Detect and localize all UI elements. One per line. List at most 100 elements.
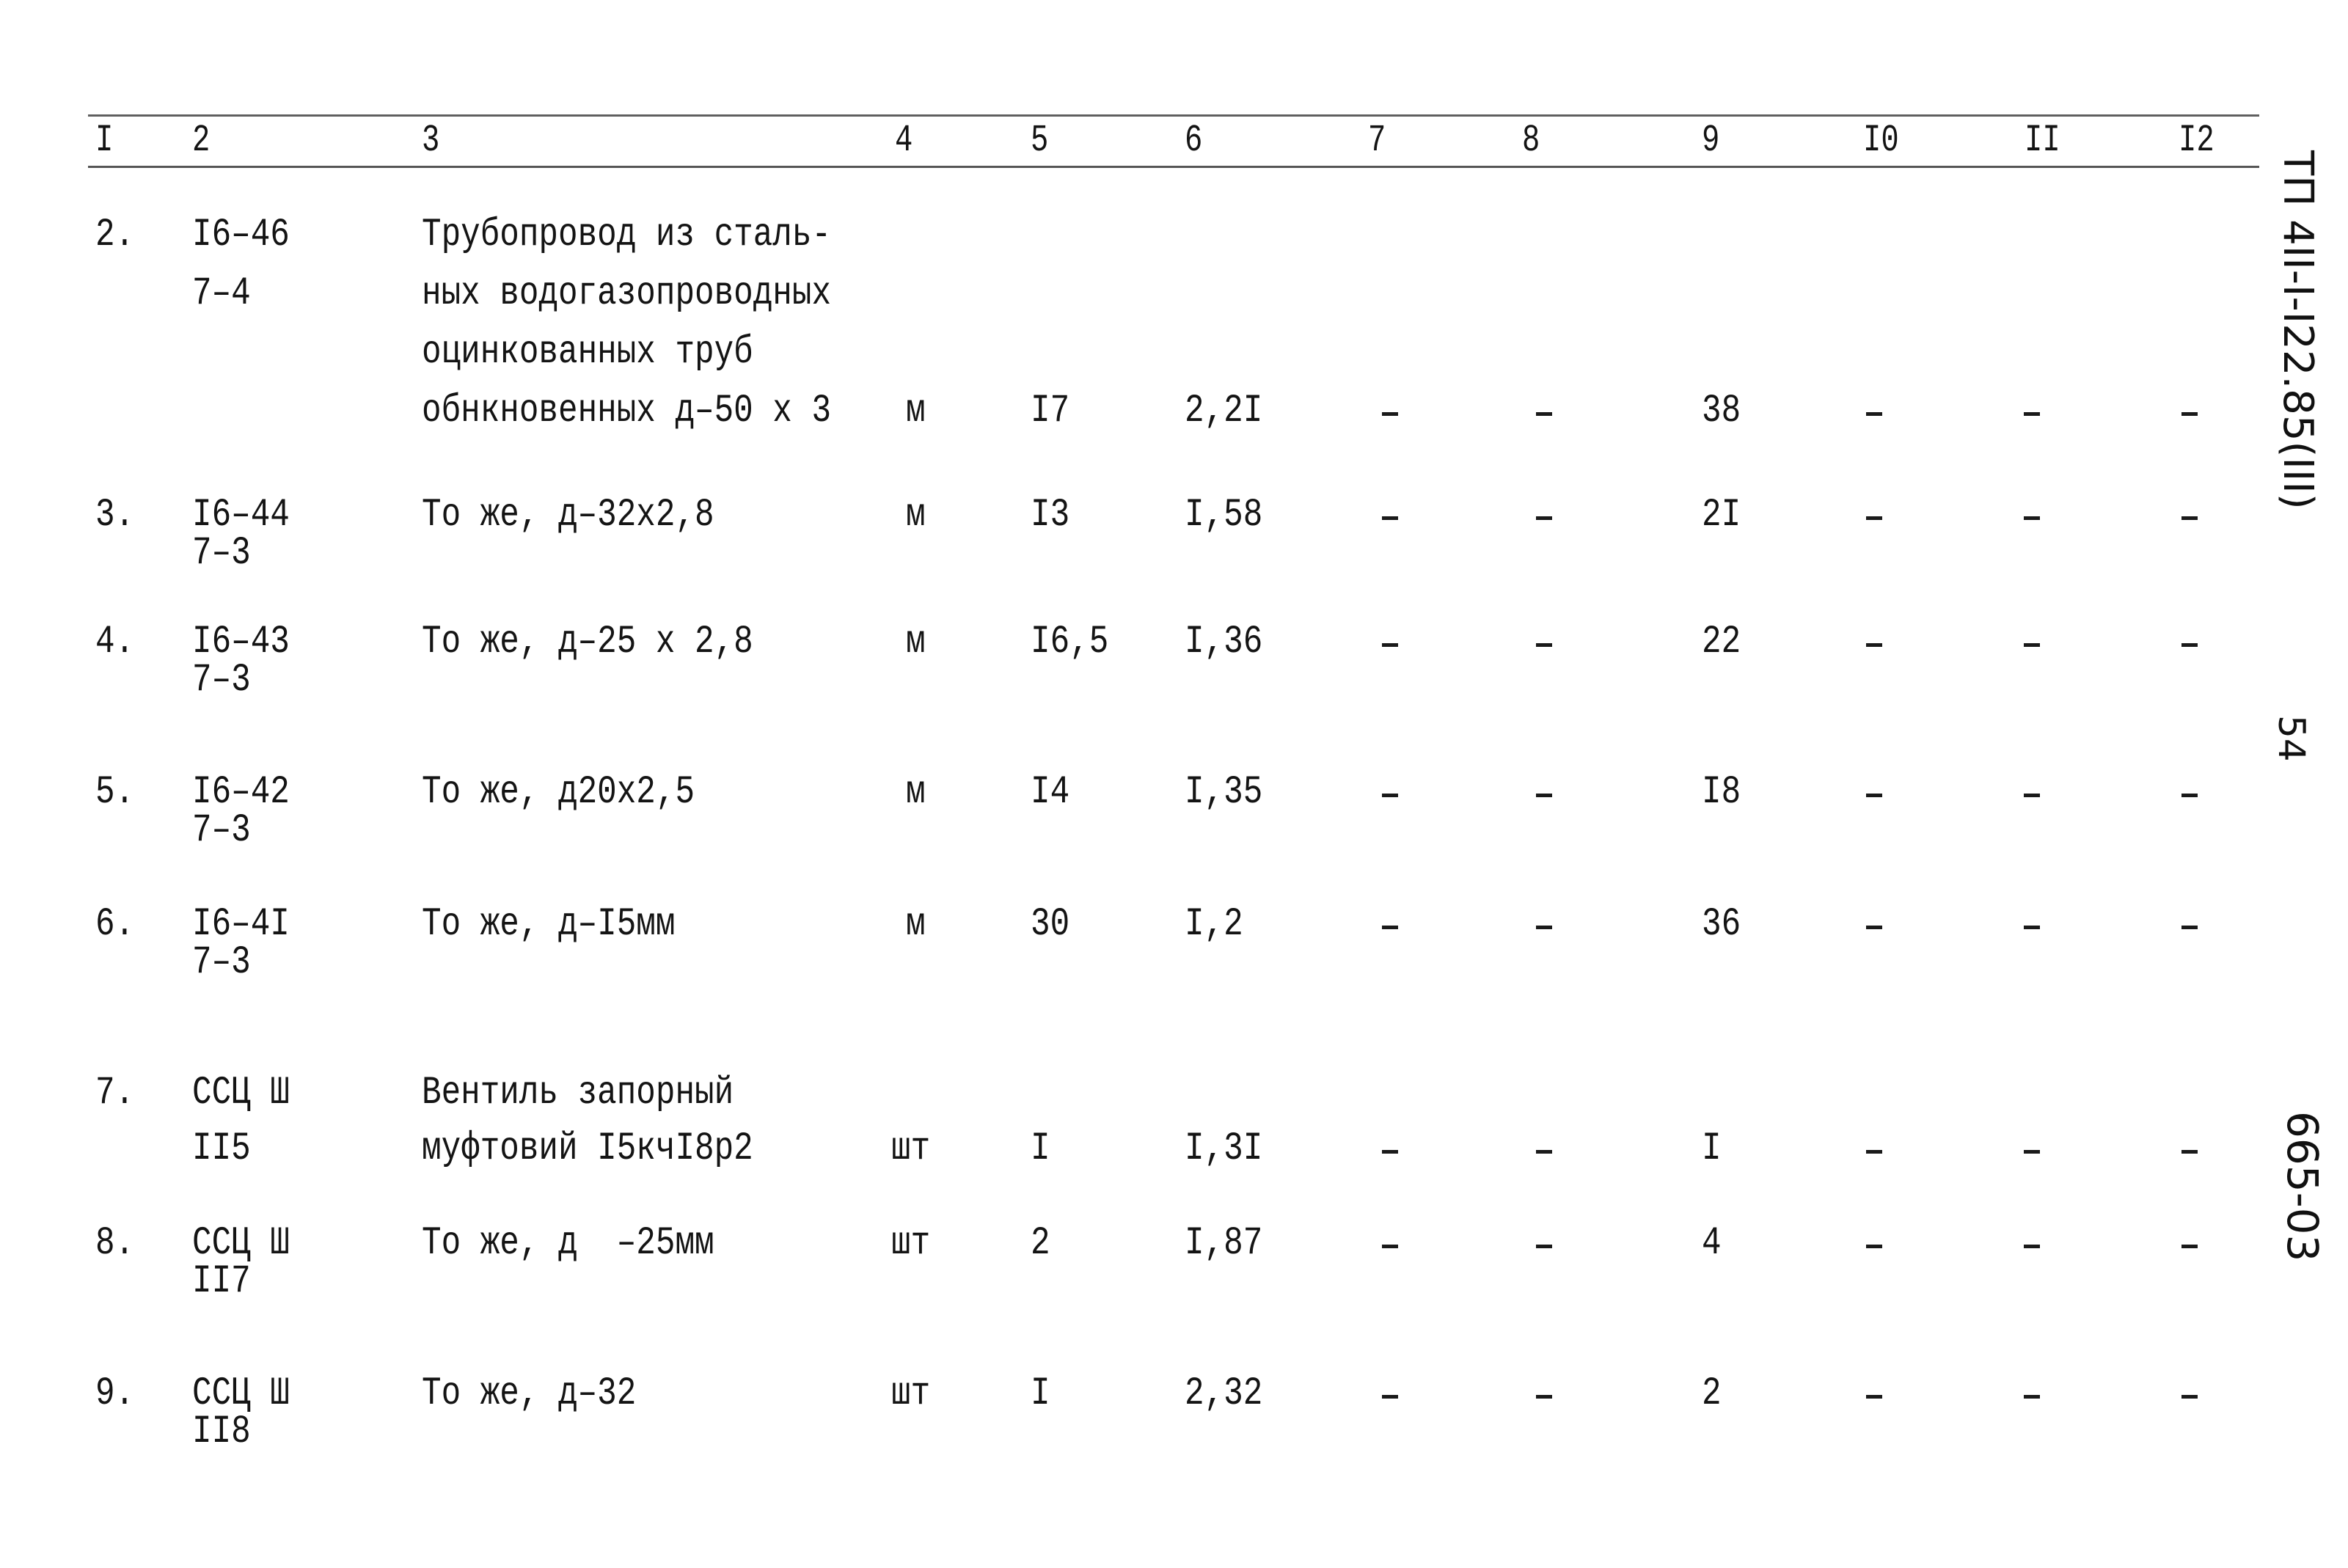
quantity: I4 (1031, 770, 1070, 815)
column-header: 8 (1522, 119, 1540, 162)
empty-value-dash (2024, 794, 2040, 797)
unit-of-measure: шт (891, 1371, 931, 1416)
column-header: 4 (895, 119, 913, 162)
empty-value-dash (2024, 1395, 2040, 1399)
column-9-value: 22 (1702, 620, 1741, 664)
unit-cost: I,58 (1185, 493, 1263, 538)
empty-value-dash (1536, 926, 1552, 929)
empty-value-dash (1382, 412, 1398, 416)
empty-value-dash (2181, 516, 2198, 520)
column-header: 9 (1702, 119, 1720, 162)
quantity: 30 (1031, 902, 1070, 947)
column-header: 7 (1368, 119, 1386, 162)
item-description: оцинкованных труб (422, 330, 753, 375)
quantity: I (1031, 1126, 1050, 1171)
empty-value-dash (1866, 643, 1882, 647)
column-header: 2 (192, 119, 211, 162)
unit-cost: I,2 (1185, 902, 1243, 947)
rate-code: 7–4 (192, 271, 251, 316)
empty-value-dash (1536, 516, 1552, 520)
item-description: То же, д–32 (422, 1371, 637, 1416)
item-description: То же, д20х2,5 (422, 770, 695, 815)
column-header: 3 (422, 119, 440, 162)
row-number: 2. (95, 213, 135, 257)
column-9-value: 2 (1702, 1371, 1722, 1416)
empty-value-dash (1382, 1150, 1398, 1154)
column-9-value: I8 (1702, 770, 1741, 815)
unit-cost: 2,32 (1185, 1371, 1263, 1416)
document-page: I 2 3 4 5 6 7 8 9 I0 II I2 2. I6–46 7–4 Трубопровод из… (0, 0, 2348, 1568)
quantity: I (1031, 1371, 1050, 1416)
column-header: II (2025, 119, 2060, 162)
unit-cost: I,35 (1185, 770, 1263, 815)
empty-value-dash (2181, 1150, 2198, 1154)
quantity: I7 (1031, 389, 1070, 433)
rate-code: II7 (192, 1259, 251, 1304)
empty-value-dash (2181, 1245, 2198, 1248)
rate-code: I6–46 (192, 213, 290, 257)
row-number: 8. (95, 1221, 135, 1266)
empty-value-dash (1866, 1245, 1882, 1248)
unit-of-measure: м (906, 620, 926, 664)
empty-value-dash (1866, 794, 1882, 797)
rate-code: II5 (192, 1126, 251, 1171)
empty-value-dash (2024, 643, 2040, 647)
item-description: То же, д –25мм (422, 1221, 714, 1266)
sheet-code-label: 665-03 (2278, 1111, 2327, 1262)
empty-value-dash (2181, 643, 2198, 647)
column-header: 6 (1185, 119, 1203, 162)
empty-value-dash (1536, 1395, 1552, 1399)
row-number: 4. (95, 620, 135, 664)
column-header: I (95, 119, 114, 162)
item-description: То же, д–25 х 2,8 (422, 620, 753, 664)
empty-value-dash (2024, 1245, 2040, 1248)
unit-of-measure: шт (891, 1126, 931, 1171)
unit-of-measure: м (906, 902, 926, 947)
item-description: обнкновенных д–50 х 3 (422, 389, 832, 433)
rate-code: II8 (192, 1410, 251, 1454)
empty-value-dash (1382, 643, 1398, 647)
empty-value-dash (2024, 516, 2040, 520)
empty-value-dash (1866, 926, 1882, 929)
column-header: 5 (1031, 119, 1049, 162)
empty-value-dash (1536, 412, 1552, 416)
empty-value-dash (2024, 412, 2040, 416)
empty-value-dash (1536, 794, 1552, 797)
item-description: То же, д–I5мм (422, 902, 676, 947)
unit-of-measure: м (906, 770, 926, 815)
row-number: 6. (95, 902, 135, 947)
column-9-value: 36 (1702, 902, 1741, 947)
item-description: муфтовий I5кчI8р2 (422, 1126, 753, 1171)
quantity: I3 (1031, 493, 1070, 538)
empty-value-dash (1382, 794, 1398, 797)
empty-value-dash (2181, 794, 2198, 797)
item-description: ных водогазопроводных (422, 271, 832, 316)
item-description: То же, д–32х2,8 (422, 493, 714, 538)
empty-value-dash (1536, 643, 1552, 647)
empty-value-dash (1866, 516, 1882, 520)
empty-value-dash (2024, 926, 2040, 929)
column-9-value: 2I (1702, 493, 1741, 538)
rate-code: 7–3 (192, 531, 251, 576)
empty-value-dash (1382, 1395, 1398, 1399)
unit-cost: I,3I (1185, 1126, 1263, 1171)
empty-value-dash (2024, 1150, 2040, 1154)
empty-value-dash (2181, 412, 2198, 416)
column-9-value: 4 (1702, 1221, 1722, 1266)
rate-code: 7–3 (192, 808, 251, 853)
empty-value-dash (1536, 1245, 1552, 1248)
item-description: Трубопровод из сталь- (422, 213, 832, 257)
document-code-label: ТП 4II-I-I22.85(III) (2274, 150, 2322, 510)
row-number: 9. (95, 1371, 135, 1416)
column-9-value: 38 (1702, 389, 1741, 433)
table-top-rule (88, 114, 2259, 117)
empty-value-dash (1382, 1245, 1398, 1248)
rate-code: ССЦ Ш (192, 1071, 290, 1115)
row-number: 5. (95, 770, 135, 815)
unit-cost: 2,2I (1185, 389, 1263, 433)
rate-code: 7–3 (192, 658, 251, 703)
unit-of-measure: шт (891, 1221, 931, 1266)
column-9-value: I (1702, 1126, 1722, 1171)
unit-cost: I,36 (1185, 620, 1263, 664)
empty-value-dash (1866, 1150, 1882, 1154)
